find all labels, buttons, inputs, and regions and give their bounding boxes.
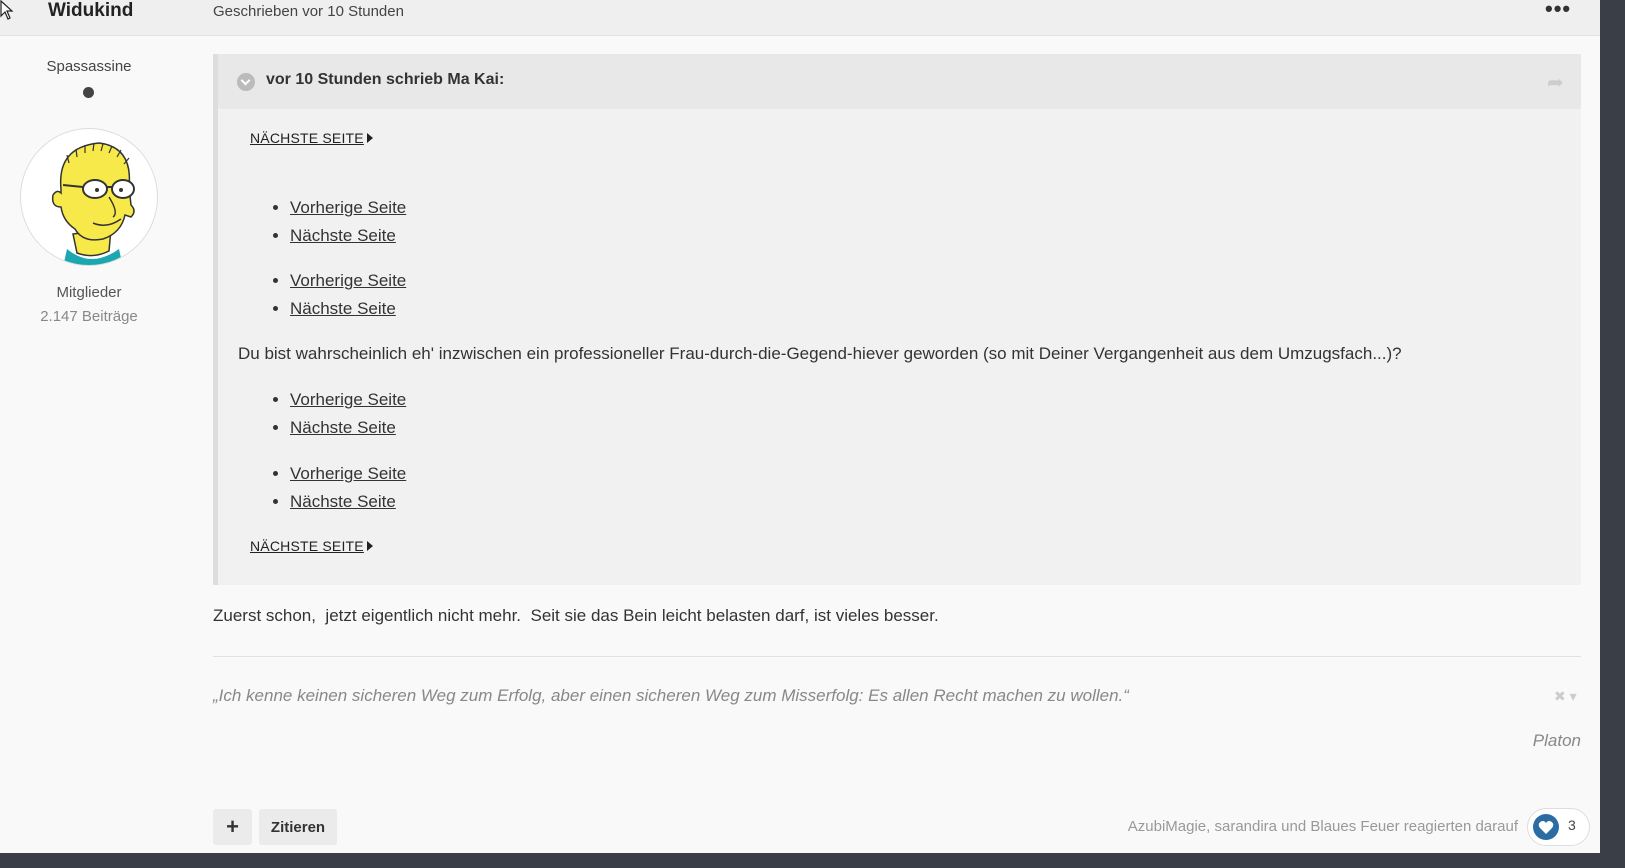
forum-post: Widukind Geschrieben vor 10 Stunden ••• … [0, 0, 1600, 853]
pager-list: Vorherige Seite Nächste Seite [268, 386, 406, 442]
quote-header[interactable]: vor 10 Stunden schrieb Ma Kai: ➦ [218, 54, 1581, 109]
chevron-down-icon[interactable] [237, 73, 255, 91]
close-icon[interactable]: ✖ [1554, 688, 1566, 704]
next-page-label: NÄCHSTE SEITE [250, 538, 364, 554]
signature-divider [213, 656, 1581, 657]
list-item[interactable]: Vorherige Seite [290, 386, 406, 414]
previous-page-link[interactable]: Vorherige Seite [290, 464, 406, 483]
next-page-link[interactable]: Nächste Seite [290, 226, 396, 245]
signature-author: Platon [1532, 731, 1581, 750]
reaction-badge[interactable]: 3 [1527, 808, 1590, 846]
quote-citation: vor 10 Stunden schrieb Ma Kai: [266, 71, 505, 88]
heart-icon [1533, 814, 1559, 840]
author-group: Mitglieder [56, 284, 122, 301]
add-button[interactable]: + [213, 809, 252, 845]
reaction-count: 3 [1568, 817, 1576, 833]
reactions-text[interactable]: AzubiMagie, sarandira und Blaues Feuer r… [1000, 818, 1518, 835]
author-post-count: 2.147 Beiträge [40, 308, 138, 325]
quote-button[interactable]: Zitieren [259, 809, 337, 845]
previous-page-link[interactable]: Vorherige Seite [290, 271, 406, 290]
post-body-text: Zuerst schon, jetzt eigentlich nicht meh… [213, 606, 939, 625]
next-page-link[interactable]: Nächste Seite [290, 418, 396, 437]
next-page-link[interactable]: NÄCHSTE SEITE [250, 130, 373, 146]
signature-quote: „Ich kenne keinen sicheren Weg zum Erfol… [213, 686, 1129, 705]
pager-list: Vorherige Seite Nächste Seite [268, 460, 406, 516]
more-menu-icon[interactable]: ••• [1545, 0, 1571, 22]
cursor-icon [0, 0, 14, 20]
online-status-icon [83, 87, 94, 98]
caret-right-icon [366, 541, 373, 551]
signature-controls[interactable]: ✖ ▾ [1554, 688, 1577, 705]
list-item[interactable]: Nächste Seite [290, 295, 406, 323]
next-page-link[interactable]: NÄCHSTE SEITE [250, 538, 373, 554]
next-page-link[interactable]: Nächste Seite [290, 299, 396, 318]
pager-list: Vorherige Seite Nächste Seite [268, 194, 406, 250]
list-item[interactable]: Vorherige Seite [290, 460, 406, 488]
author-title: Spassassine [46, 58, 132, 75]
avatar[interactable] [20, 128, 158, 266]
list-item[interactable]: Nächste Seite [290, 488, 406, 516]
avatar-image [51, 142, 135, 265]
list-item[interactable]: Vorherige Seite [290, 267, 406, 295]
post-header: Widukind Geschrieben vor 10 Stunden ••• [0, 0, 1600, 36]
chevron-down-icon[interactable]: ▾ [1566, 688, 1577, 704]
author-name[interactable]: Widukind [48, 0, 133, 22]
pager-list: Vorherige Seite Nächste Seite [268, 267, 406, 323]
list-item[interactable]: Nächste Seite [290, 222, 406, 250]
previous-page-link[interactable]: Vorherige Seite [290, 198, 406, 217]
quote-block: vor 10 Stunden schrieb Ma Kai: ➦ NÄCHSTE… [213, 54, 1581, 585]
caret-right-icon [366, 133, 373, 143]
list-item[interactable]: Vorherige Seite [290, 194, 406, 222]
next-page-link[interactable]: Nächste Seite [290, 492, 396, 511]
list-item[interactable]: Nächste Seite [290, 414, 406, 442]
previous-page-link[interactable]: Vorherige Seite [290, 390, 406, 409]
next-page-label: NÄCHSTE SEITE [250, 130, 364, 146]
share-icon[interactable]: ➦ [1547, 70, 1564, 95]
quote-text: Du bist wahrscheinlich eh' inzwischen ei… [238, 344, 1402, 363]
post-date[interactable]: Geschrieben vor 10 Stunden [213, 3, 404, 20]
